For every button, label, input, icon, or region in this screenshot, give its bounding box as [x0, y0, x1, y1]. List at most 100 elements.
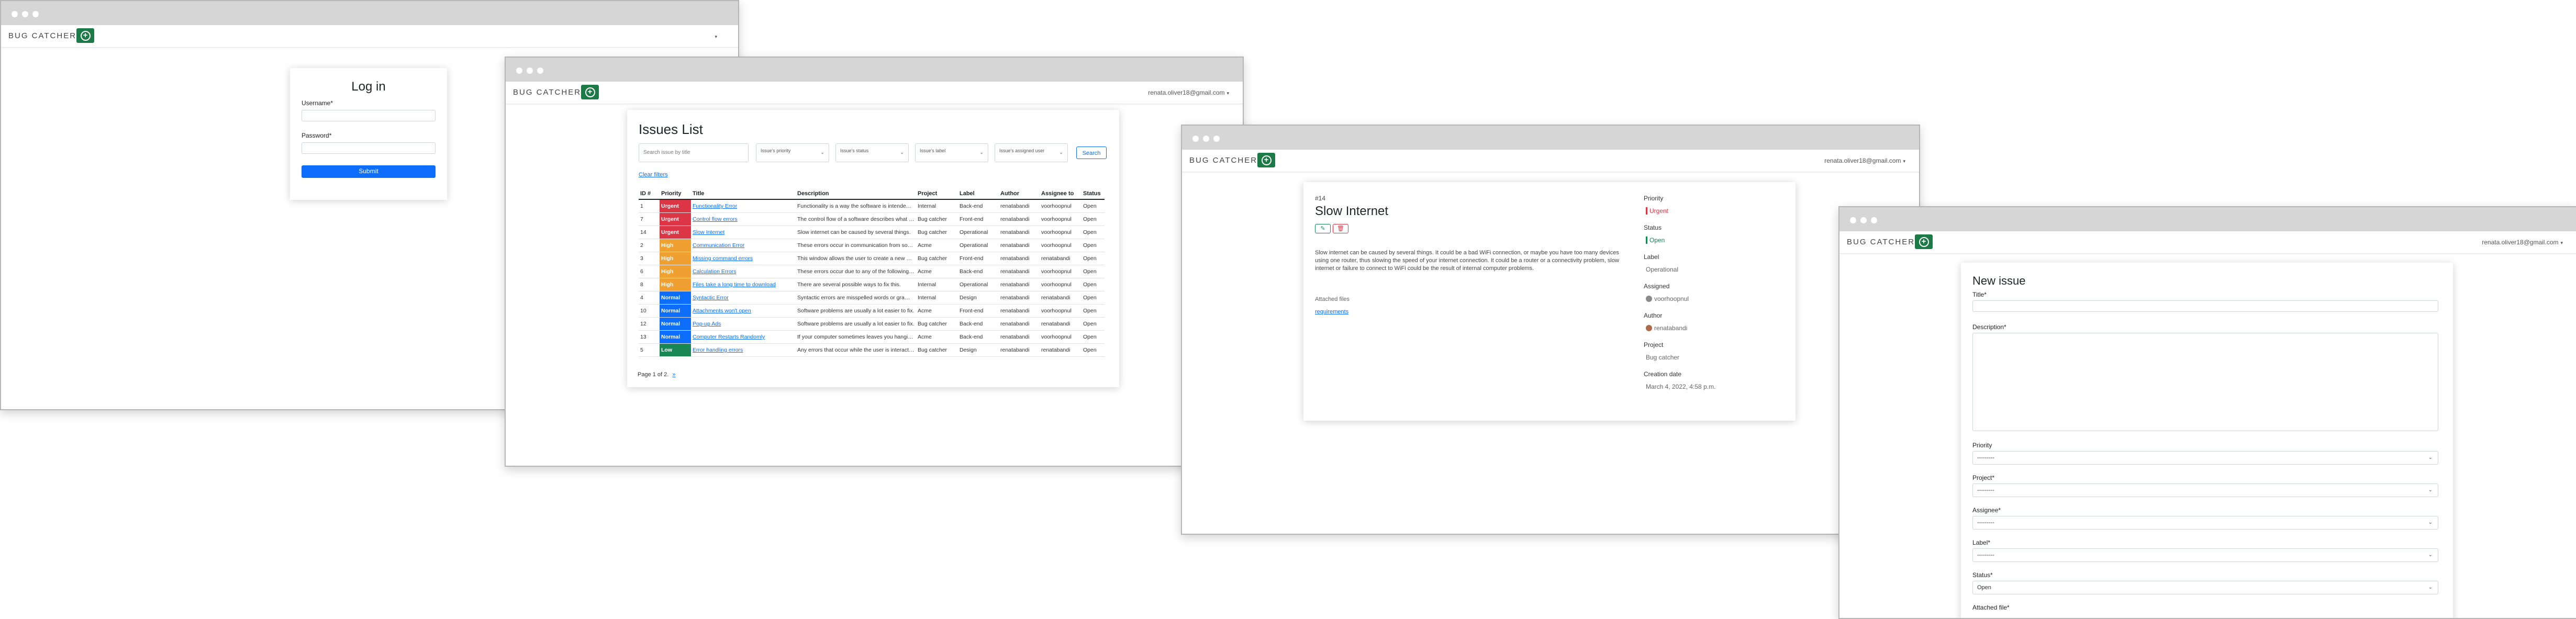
- minimize-dot[interactable]: [1860, 217, 1867, 223]
- brand-logo[interactable]: BUG CATCHER: [8, 31, 76, 40]
- issue-project: Acme: [916, 239, 958, 252]
- issue-detail-card: #14 Slow Internet ✎ 🗑 Slow internet can …: [1303, 182, 1796, 421]
- brand-logo[interactable]: BUG CATCHER: [1189, 156, 1257, 165]
- maximize-dot[interactable]: [1213, 136, 1220, 142]
- edit-button[interactable]: ✎: [1315, 224, 1331, 233]
- user-menu[interactable]: renata.oliver18@gmail.com ▾: [1148, 89, 1229, 96]
- minimize-dot[interactable]: [1203, 136, 1209, 142]
- issue-id: 5: [639, 343, 660, 357]
- issue-id: 4: [639, 291, 660, 305]
- search-placeholder: Search issue by title: [643, 150, 690, 155]
- label-value: Operational: [1646, 266, 1679, 273]
- issue-status: Open: [1081, 304, 1105, 318]
- maximize-dot[interactable]: [537, 67, 543, 74]
- table-row[interactable]: 6 High Calculation Errors These errors occu…: [639, 265, 1105, 278]
- status-filter-select[interactable]: Issue's status ⌄: [835, 143, 909, 162]
- new-issue-button[interactable]: +: [1257, 153, 1275, 167]
- description-textarea[interactable]: [1972, 333, 2438, 431]
- table-header-row: ID # Priority Title Description Project …: [639, 188, 1105, 200]
- table-row[interactable]: 12 Normal Pop-up Ads Software problems are …: [639, 317, 1105, 331]
- table-row[interactable]: 2 High Communication Error These errors occ…: [639, 239, 1105, 252]
- issue-title-link[interactable]: Files take a long time to download: [693, 282, 776, 288]
- close-dot[interactable]: [1192, 136, 1199, 142]
- issue-title-link[interactable]: Slow Internet: [693, 229, 724, 235]
- maximize-dot[interactable]: [32, 11, 39, 17]
- priority-select[interactable]: --------- ⌄: [1972, 451, 2438, 465]
- clear-filters-link[interactable]: Clear filters: [639, 172, 668, 178]
- app-navbar: BUG CATCHER + renata.oliver18@gmail.com ▾: [1182, 150, 1919, 172]
- submit-button[interactable]: Submit: [302, 165, 436, 178]
- new-issue-button[interactable]: +: [581, 85, 599, 99]
- chevron-down-icon: ⌄: [2428, 487, 2433, 493]
- search-input[interactable]: Search issue by title: [639, 143, 749, 162]
- issue-title-link[interactable]: Pop-up Ads: [693, 321, 721, 327]
- user-menu[interactable]: renata.oliver18@gmail.com ▾: [1824, 157, 1905, 164]
- user-email: renata.oliver18@gmail.com: [1148, 89, 1225, 96]
- table-row[interactable]: 10 Normal Attachments won't open Software p…: [639, 304, 1105, 318]
- priority-badge: High: [660, 252, 691, 265]
- username-input[interactable]: [302, 110, 436, 121]
- brand-logo[interactable]: BUG CATCHER: [1847, 238, 1915, 246]
- table-row[interactable]: 3 High Missing command errors This window a…: [639, 252, 1105, 265]
- issue-title-link[interactable]: Calculation Errors: [693, 268, 736, 275]
- delete-button[interactable]: 🗑: [1333, 224, 1348, 233]
- project-select[interactable]: --------- ⌄: [1972, 483, 2438, 497]
- issue-title-link[interactable]: Attachments won't open: [693, 308, 751, 314]
- priority-badge: High: [660, 265, 691, 278]
- issue-id: 7: [639, 212, 660, 226]
- table-row[interactable]: 4 Normal Syntactic Error Syntactic errors a…: [639, 291, 1105, 305]
- creation-date-value: March 4, 2022, 4:58 p.m.: [1646, 383, 1716, 390]
- issue-title-link[interactable]: Control flow errors: [693, 216, 738, 222]
- status-select[interactable]: Open ⌄: [1972, 581, 2438, 594]
- navbar-toggle[interactable]: ▾: [712, 32, 717, 40]
- issue-title-link[interactable]: Communication Error: [693, 242, 744, 249]
- new-issue-button[interactable]: +: [1915, 234, 1933, 249]
- table-row[interactable]: 7 Urgent Control flow errors The control fl…: [639, 212, 1105, 226]
- close-dot[interactable]: [1850, 217, 1856, 223]
- minimize-dot[interactable]: [22, 11, 28, 17]
- app-navbar: BUG CATCHER + renata.oliver18@gmail.com ▾: [506, 82, 1243, 104]
- author-label: Author: [1644, 312, 1663, 319]
- window-controls: [516, 67, 543, 74]
- user-menu[interactable]: renata.oliver18@gmail.com ▾: [2482, 239, 2563, 246]
- password-input[interactable]: [302, 142, 436, 154]
- close-dot[interactable]: [516, 67, 522, 74]
- label-select[interactable]: --------- ⌄: [1972, 548, 2438, 562]
- attached-files-label: Attached files: [1315, 296, 1350, 302]
- issue-title-link[interactable]: Functionality Error: [693, 203, 737, 209]
- project-select-value: ---------: [1977, 487, 1994, 493]
- label-filter-select[interactable]: Issue's label ⌄: [915, 143, 988, 162]
- new-issue-button[interactable]: +: [76, 28, 94, 43]
- issue-title-link[interactable]: Missing command errors: [693, 255, 753, 262]
- browser-chrome: [1, 1, 738, 25]
- priority-filter-select[interactable]: Issue's priority ⌄: [756, 143, 829, 162]
- table-row[interactable]: 14 Urgent Slow Internet Slow internet can b…: [639, 226, 1105, 239]
- column-header: Project: [916, 188, 958, 200]
- title-input[interactable]: [1972, 300, 2438, 312]
- column-header: ID #: [639, 188, 660, 200]
- table-row[interactable]: 13 Normal Computer Restarts Randomly If you…: [639, 330, 1105, 344]
- assignee-select[interactable]: --------- ⌄: [1972, 516, 2438, 530]
- assigned-value: voorhoopnul: [1646, 295, 1689, 302]
- brand-logo[interactable]: BUG CATCHER: [513, 88, 581, 97]
- issue-label: Back-end: [958, 265, 999, 278]
- issue-title-link[interactable]: Computer Restarts Randomly: [693, 334, 765, 340]
- assignee-filter-select[interactable]: Issue's assigned user ⌄: [995, 143, 1068, 162]
- attachment-link[interactable]: requirements: [1315, 309, 1348, 315]
- close-dot[interactable]: [12, 11, 18, 17]
- browser-chrome: [506, 58, 1243, 82]
- search-button[interactable]: Search: [1076, 147, 1107, 159]
- minimize-dot[interactable]: [527, 67, 533, 74]
- issue-title-link[interactable]: Syntactic Error: [693, 295, 729, 301]
- issue-title-link[interactable]: Error handling errors: [693, 347, 743, 353]
- maximize-dot[interactable]: [1871, 217, 1877, 223]
- chevron-down-icon: ⌄: [2428, 455, 2433, 460]
- plus-circle-icon: +: [1261, 155, 1272, 165]
- chevron-down-icon: ▾: [2560, 240, 2563, 245]
- next-page-link[interactable]: »: [672, 372, 675, 378]
- issue-assignee: renatabandi: [1040, 343, 1081, 357]
- status-value: Open: [1646, 237, 1665, 244]
- table-row[interactable]: 5 Low Error handling errors Any errors that…: [639, 343, 1105, 357]
- table-row[interactable]: 8 High Files take a long time to download T…: [639, 278, 1105, 291]
- table-row[interactable]: 1 Urgent Functionality Error Functionality …: [639, 199, 1105, 213]
